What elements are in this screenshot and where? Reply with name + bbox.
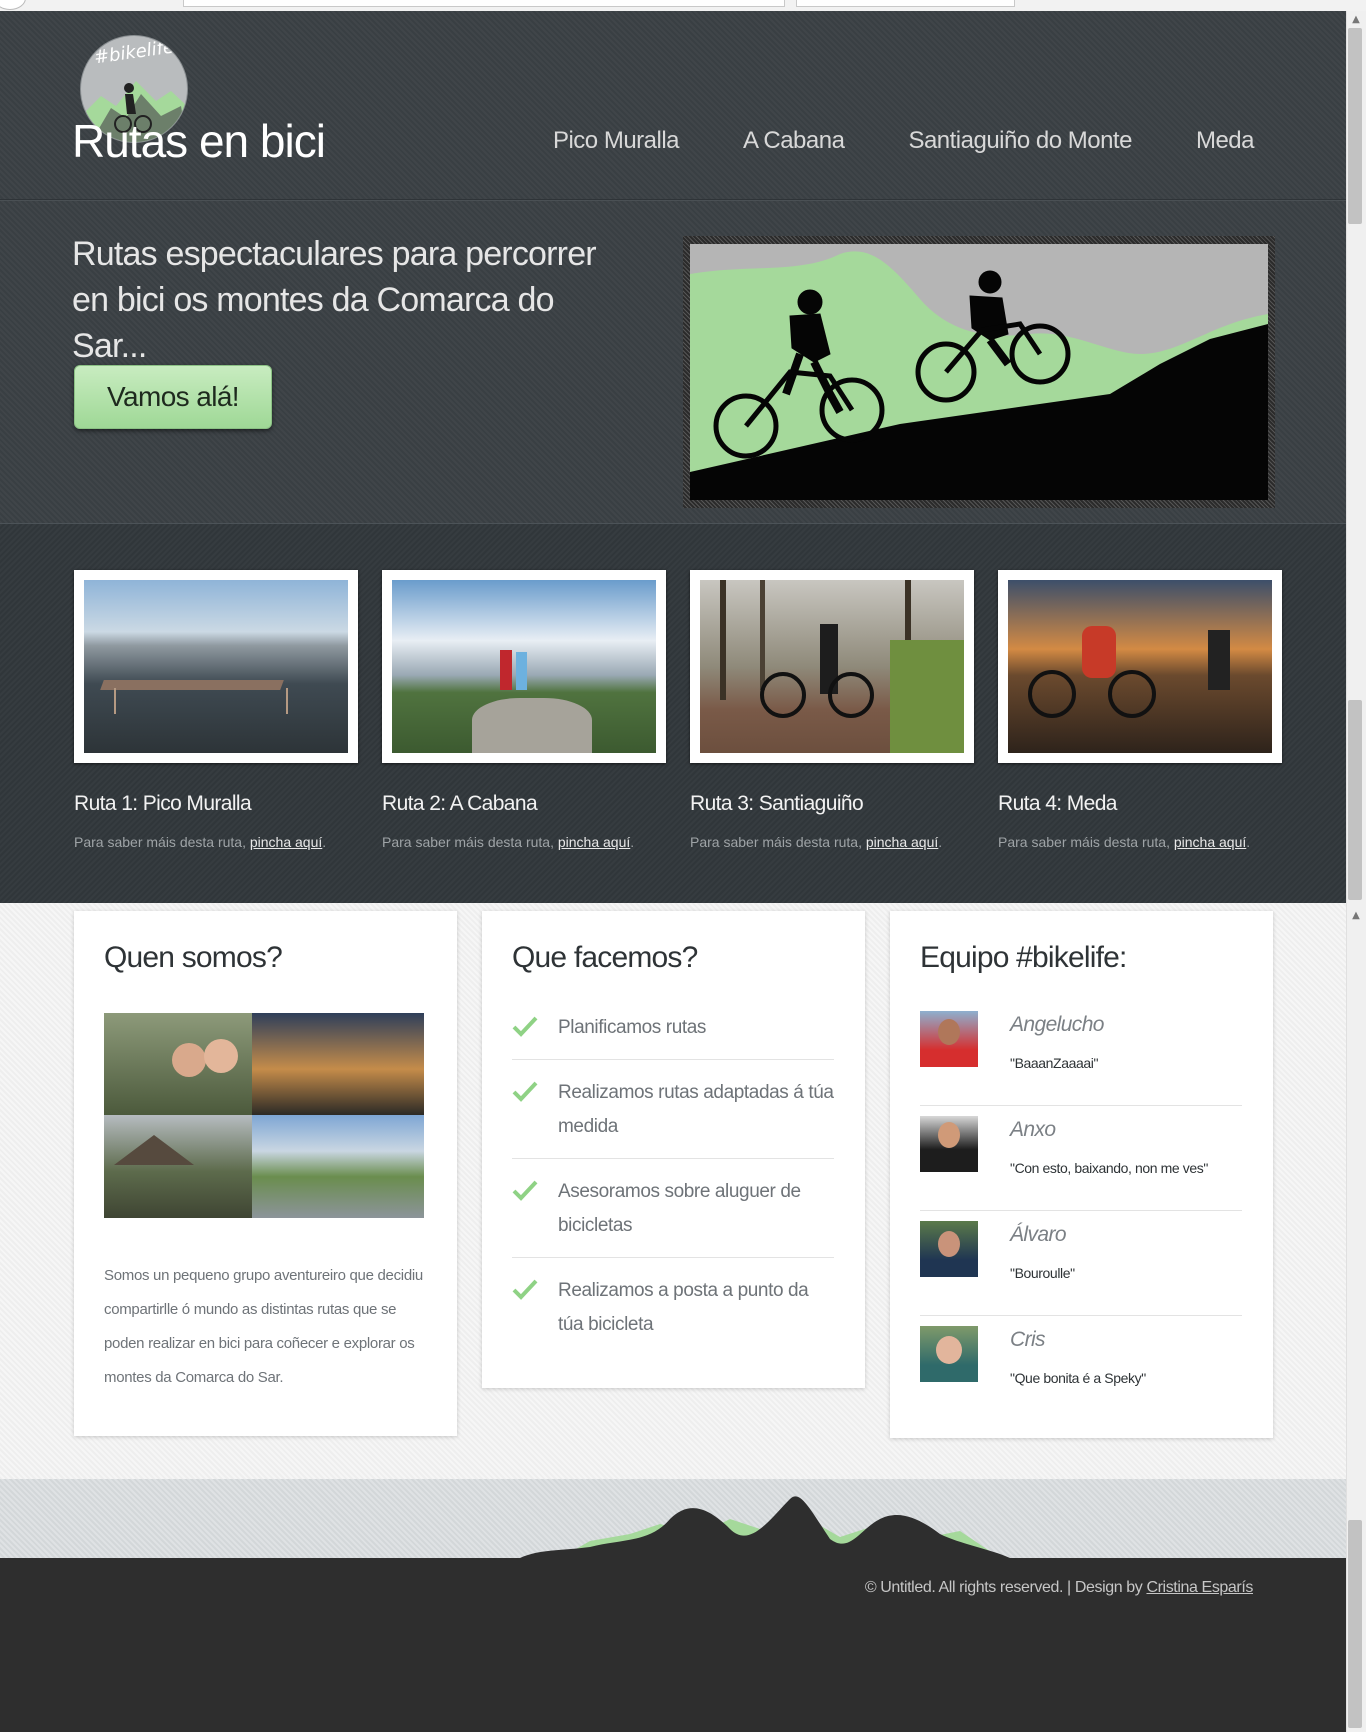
route-4-desc: Para saber máis desta ruta, pincha aquí. — [998, 834, 1251, 850]
route-4-title: Ruta 4: Meda — [998, 792, 1117, 815]
scroll-thumb-bottom[interactable] — [1348, 1520, 1362, 1728]
copyright-text: © Untitled. All rights reserved. | Desig… — [864, 1579, 1254, 1596]
avatar — [920, 1221, 978, 1277]
member-name: Angelucho — [1010, 1013, 1104, 1036]
hero-cta-button[interactable]: Vamos alá! — [74, 365, 272, 429]
route-1-desc: Para saber máis desta ruta, pincha aquí. — [74, 834, 327, 850]
site-title[interactable]: Rutas en bici — [72, 114, 326, 168]
nav-item-santiaguino[interactable]: Santiaguiño do Monte — [908, 127, 1132, 155]
route-card-4: Ruta 4: Meda Para saber máis desta ruta,… — [998, 570, 1282, 850]
avatar — [920, 1116, 978, 1172]
about-text: Somos un pequeno grupo aventureiro que d… — [104, 1267, 423, 1386]
collage-photo-2 — [252, 1013, 424, 1115]
about-box: Quen somos? Somos un pequeno grupo avent… — [74, 911, 457, 1436]
scroll-thumb-top[interactable] — [1348, 28, 1362, 224]
site-footer: © Untitled. All rights reserved. | Desig… — [0, 1558, 1346, 1732]
route-card-2: Ruta 2: A Cabana Para saber máis desta r… — [382, 570, 666, 850]
avatar — [920, 1011, 978, 1067]
designer-link[interactable]: Cristina Esparís — [1146, 1579, 1253, 1596]
address-bar[interactable] — [183, 0, 785, 7]
check-icon — [512, 1180, 538, 1201]
member-quote: "BaaanZaaaai" — [1010, 1055, 1099, 1071]
route-1-title: Ruta 1: Pico Muralla — [74, 792, 252, 815]
route-card-1: Ruta 1: Pico Muralla Para saber máis des… — [74, 570, 358, 850]
team-member: Angelucho "BaaanZaaaai" — [920, 1011, 1242, 1106]
footer-mountains — [0, 1479, 1346, 1558]
scroll-up-icon[interactable]: ▲ — [1350, 910, 1362, 922]
browser-button[interactable] — [0, 0, 26, 10]
team-list: Angelucho "BaaanZaaaai" Anxo "Con esto, … — [920, 1011, 1242, 1430]
team-heading: Equipo #bikelife: — [920, 941, 1127, 974]
service-item: Realizamos a posta a punto da túa bicicl… — [512, 1258, 834, 1342]
avatar — [920, 1326, 978, 1382]
route-3-desc: Para saber máis desta ruta, pincha aquí. — [690, 834, 943, 850]
service-item: Asesoramos sobre aluguer de bicicletas — [512, 1159, 834, 1258]
route-4-photo[interactable] — [998, 570, 1282, 763]
route-2-link[interactable]: pincha aquí — [558, 834, 630, 850]
member-name: Anxo — [1010, 1118, 1056, 1141]
hero-cyclists-image — [690, 244, 1268, 500]
team-box: Equipo #bikelife: Angelucho "BaaanZaaaai… — [890, 911, 1273, 1438]
route-1-photo[interactable] — [74, 570, 358, 763]
route-2-photo[interactable] — [382, 570, 666, 763]
main-nav: Pico Muralla A Cabana Santiaguiño do Mon… — [489, 127, 1255, 155]
collage-photo-4 — [252, 1115, 424, 1218]
member-quote: "Con esto, baixando, non me ves" — [1010, 1160, 1208, 1176]
content-section: Quen somos? Somos un pequeno grupo avent… — [0, 903, 1346, 1479]
hero-image-frame — [683, 236, 1275, 508]
collage-photo-1 — [104, 1013, 252, 1115]
services-list: Planificamos rutas Realizamos rutas adap… — [512, 1011, 834, 1342]
route-1-link[interactable]: pincha aquí — [250, 834, 322, 850]
scroll-thumb-middle[interactable] — [1348, 700, 1362, 900]
team-member: Anxo "Con esto, baixando, non me ves" — [920, 1116, 1242, 1211]
check-icon — [512, 1016, 538, 1037]
header-divider — [0, 199, 1346, 200]
route-4-link[interactable]: pincha aquí — [1174, 834, 1246, 850]
route-3-link[interactable]: pincha aquí — [866, 834, 938, 850]
scroll-up-icon[interactable]: ▲ — [1350, 14, 1362, 26]
site-header: #bikelife Rutas en bici Pico Muralla A C… — [0, 11, 1346, 524]
check-icon — [512, 1081, 538, 1102]
services-heading: Que facemos? — [512, 941, 698, 974]
service-item: Realizamos rutas adaptadas á túa medida — [512, 1060, 834, 1159]
nav-item-pico-muralla[interactable]: Pico Muralla — [553, 127, 680, 155]
route-card-3: Ruta 3: Santiaguiño Para saber máis dest… — [690, 570, 974, 850]
route-3-photo[interactable] — [690, 570, 974, 763]
route-3-title: Ruta 3: Santiaguiño — [690, 792, 864, 815]
service-item: Planificamos rutas — [512, 1011, 834, 1060]
nav-item-a-cabana[interactable]: A Cabana — [743, 127, 845, 155]
route-2-title: Ruta 2: A Cabana — [382, 792, 538, 815]
mountain-silhouette-icon — [520, 1496, 1010, 1558]
about-heading: Quen somos? — [104, 941, 283, 974]
member-quote: "Que bonita é a Speky" — [1010, 1370, 1146, 1386]
route-2-desc: Para saber máis desta ruta, pincha aquí. — [382, 834, 635, 850]
hero-tagline: Rutas espectaculares para percorrer en b… — [72, 235, 597, 365]
team-member: Cris "Que bonita é a Speky" — [920, 1326, 1242, 1420]
member-quote: "Bouroulle" — [1010, 1265, 1075, 1281]
services-box: Que facemos? Planificamos rutas Realizam… — [482, 911, 865, 1388]
routes-section: Ruta 1: Pico Muralla Para saber máis des… — [0, 524, 1346, 903]
collage-photo-3 — [104, 1115, 252, 1218]
member-name: Cris — [1010, 1328, 1046, 1351]
nav-item-meda[interactable]: Meda — [1196, 127, 1255, 155]
team-member: Álvaro "Bouroulle" — [920, 1221, 1242, 1316]
member-name: Álvaro — [1010, 1223, 1067, 1246]
browser-search-bar[interactable] — [796, 0, 1015, 7]
check-icon — [512, 1279, 538, 1300]
about-photo-collage — [104, 1013, 424, 1218]
